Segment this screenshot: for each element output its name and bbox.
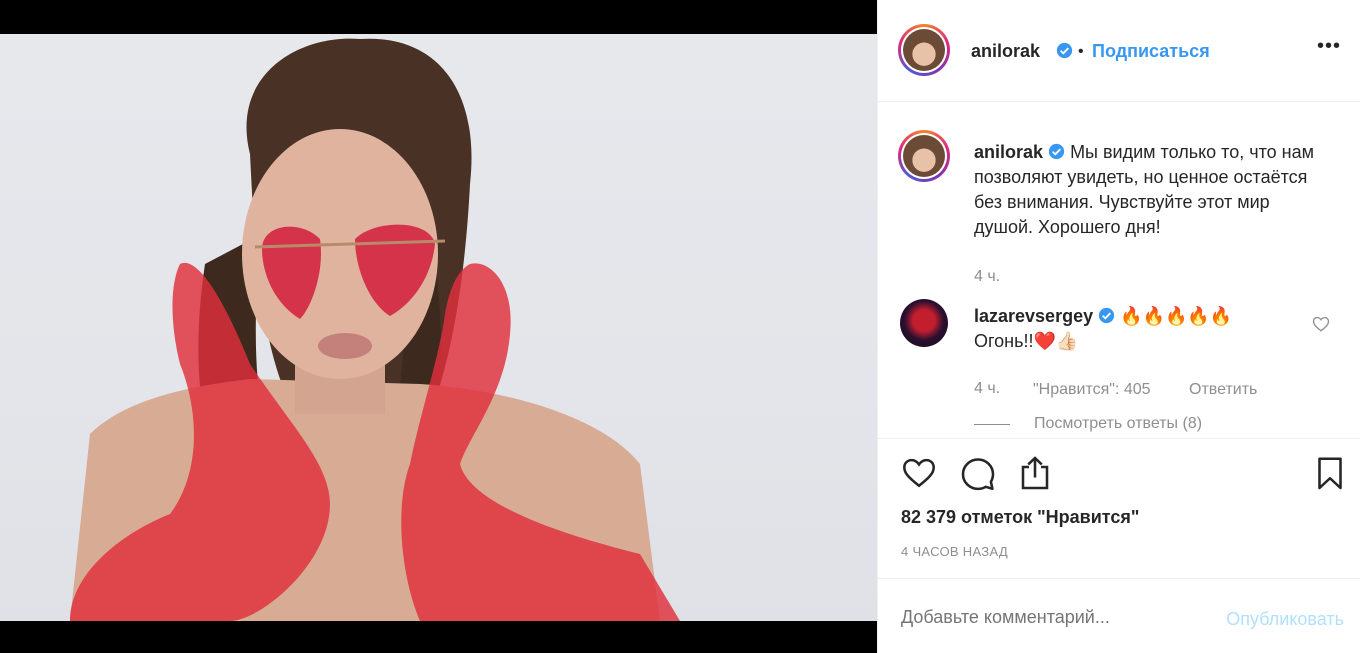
- caption-avatar[interactable]: [898, 130, 950, 182]
- replies-divider: [974, 424, 1010, 425]
- bookmark-icon[interactable]: [1312, 455, 1348, 491]
- heart-icon[interactable]: [901, 455, 937, 491]
- caption-time[interactable]: 4 ч.: [974, 268, 1000, 286]
- comment-like-icon[interactable]: [1312, 315, 1330, 333]
- comment-emoji: 🔥🔥🔥🔥🔥: [1120, 306, 1233, 326]
- comment-input[interactable]: [901, 607, 1191, 628]
- caption: anilorak Мы видим только то, что нам поз…: [974, 140, 1319, 240]
- commenter-username[interactable]: lazarevsergey: [974, 306, 1093, 326]
- post-header: anilorak • Подписаться •••: [878, 0, 1360, 102]
- comment-composer: Опубликовать: [878, 578, 1360, 653]
- caption-username[interactable]: anilorak: [974, 142, 1043, 162]
- verified-badge-icon: [1048, 143, 1065, 160]
- portrait-illustration: [70, 38, 680, 621]
- comment-icon[interactable]: [960, 455, 996, 491]
- comment-text: Огонь!!❤️👍🏻: [974, 331, 1079, 351]
- comment: lazarevsergey 🔥🔥🔥🔥🔥 Огонь!!❤️👍🏻: [974, 304, 1274, 354]
- commenter-avatar[interactable]: [900, 299, 948, 347]
- verified-badge-icon: [1098, 307, 1115, 324]
- likes-count[interactable]: 82 379 отметок "Нравится": [901, 507, 1139, 528]
- follow-button[interactable]: Подписаться: [1092, 41, 1210, 62]
- reply-button[interactable]: Ответить: [1189, 381, 1257, 399]
- author-username[interactable]: anilorak: [971, 41, 1040, 62]
- view-replies-button[interactable]: Посмотреть ответы (8): [1034, 415, 1202, 433]
- post-timestamp[interactable]: 4 ЧАСОВ НАЗАД: [901, 544, 1008, 559]
- comments-list[interactable]: anilorak Мы видим только то, что нам поз…: [878, 102, 1360, 438]
- share-icon[interactable]: [1017, 455, 1053, 491]
- post-sidebar: anilorak • Подписаться ••• anilorak Мы в…: [877, 0, 1360, 653]
- author-avatar[interactable]: [898, 24, 950, 76]
- publish-button[interactable]: Опубликовать: [1226, 609, 1344, 630]
- actions-divider: [878, 438, 1360, 440]
- separator-dot: •: [1078, 43, 1084, 60]
- comment-likes[interactable]: "Нравится": 405: [1033, 381, 1151, 399]
- more-icon[interactable]: •••: [1317, 35, 1341, 58]
- post-media: [0, 0, 877, 653]
- comment-time[interactable]: 4 ч.: [974, 380, 1000, 398]
- verified-badge-icon: [1056, 42, 1073, 59]
- post-photo[interactable]: [0, 34, 877, 621]
